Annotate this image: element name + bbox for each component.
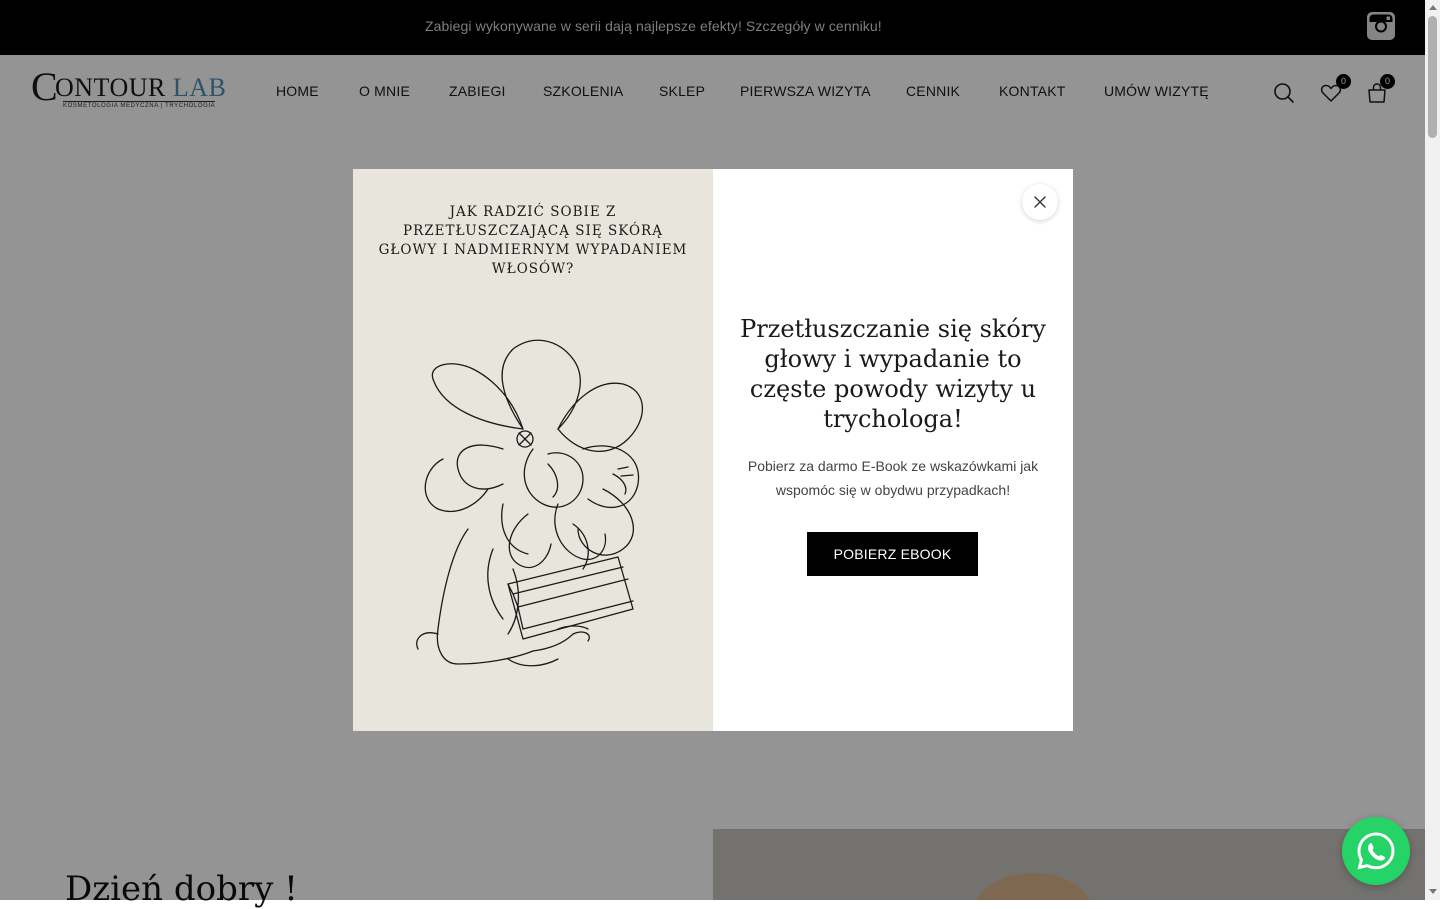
- whatsapp-icon: [1357, 832, 1395, 870]
- scroll-down-arrow-icon[interactable]: [1429, 889, 1437, 894]
- ebook-popup: JAK RADZIĆ SOBIE Z PRZETŁUSZCZAJĄCĄ SIĘ …: [353, 169, 1073, 731]
- scrollbar-thumb[interactable]: [1428, 16, 1437, 138]
- page-scrollbar[interactable]: [1425, 0, 1440, 900]
- popup-content-panel: Przetłuszczanie się skóry głowy i wypada…: [713, 169, 1073, 731]
- popup-heading: Przetłuszczanie się skóry głowy i wypada…: [740, 315, 1046, 433]
- popup-description: Pobierz za darmo E-Book ze wskazówkami j…: [747, 458, 1039, 498]
- close-icon: [1034, 196, 1046, 208]
- popup-close-button[interactable]: [1022, 184, 1058, 220]
- scroll-up-arrow-icon[interactable]: [1429, 5, 1437, 10]
- popup-image-title: JAK RADZIĆ SOBIE Z PRZETŁUSZCZAJĄCĄ SIĘ …: [378, 204, 688, 277]
- whatsapp-chat-button[interactable]: [1342, 817, 1410, 885]
- popup-image-panel: JAK RADZIĆ SOBIE Z PRZETŁUSZCZAJĄCĄ SIĘ …: [353, 169, 713, 731]
- download-ebook-button[interactable]: POBIERZ EBOOK: [807, 532, 978, 576]
- flower-woman-illustration: [416, 339, 644, 667]
